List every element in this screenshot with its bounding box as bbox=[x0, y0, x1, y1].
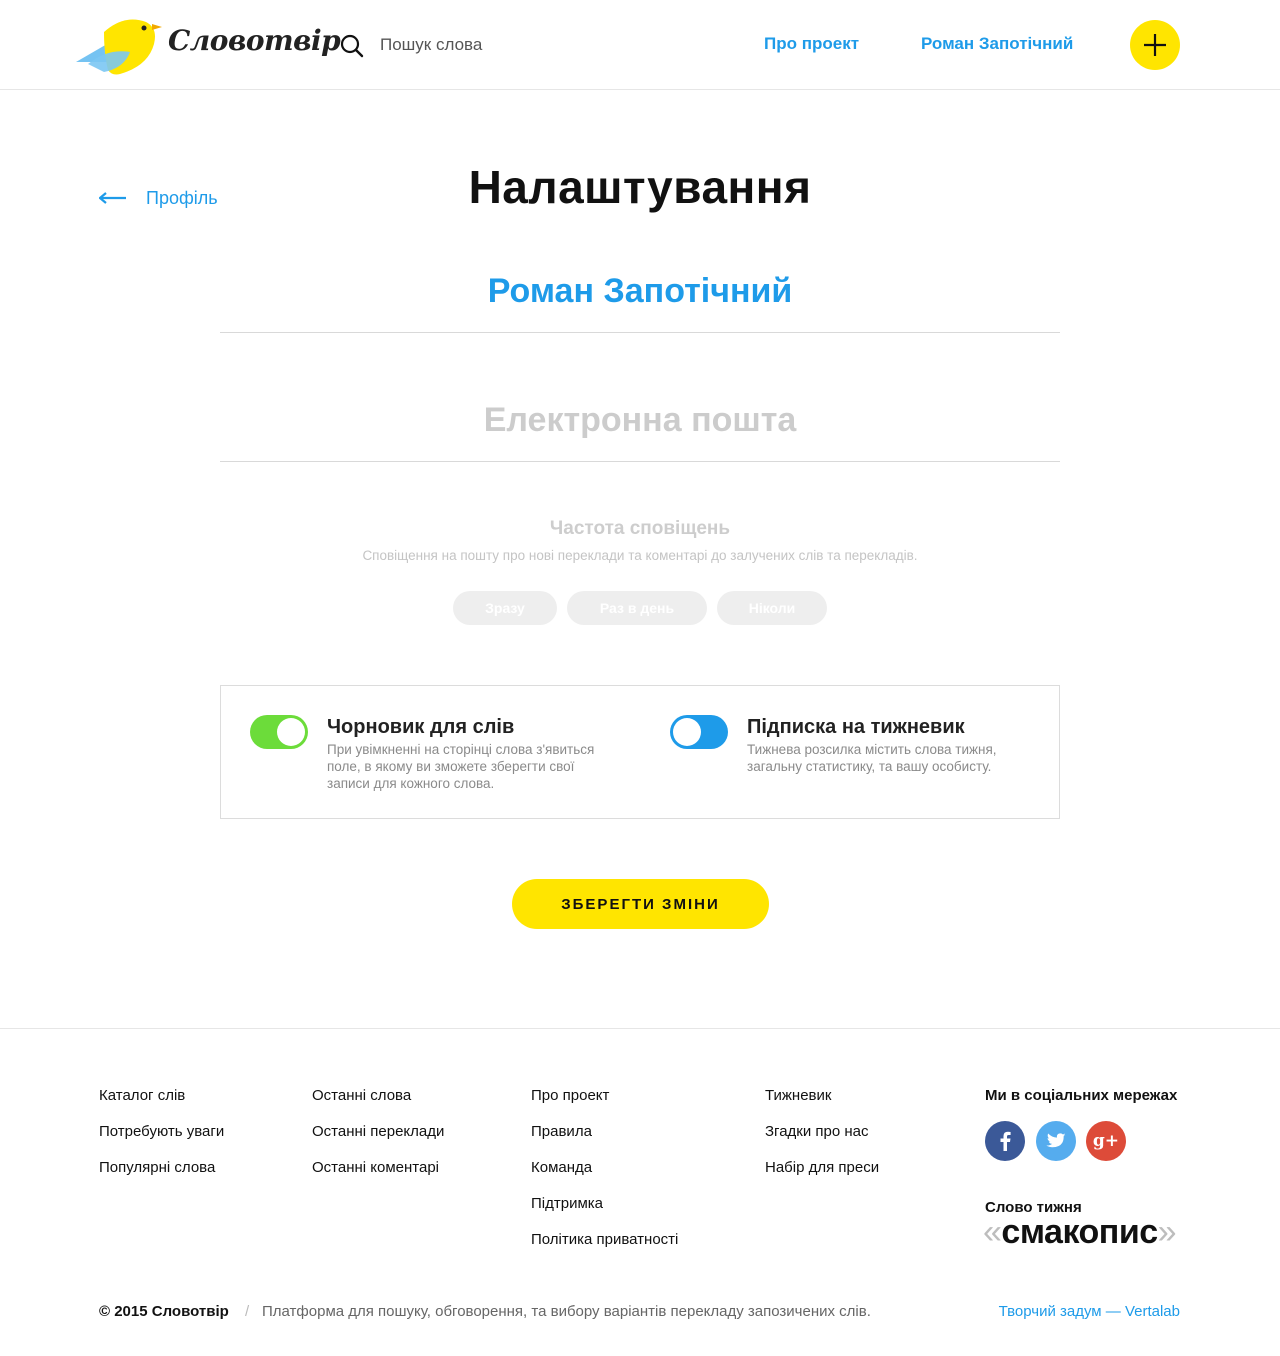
footer-link[interactable]: Тижневик bbox=[765, 1087, 879, 1123]
settings-options-panel: Чорновик для слів При увімкненні на стор… bbox=[220, 685, 1060, 819]
quote-open: « bbox=[983, 1213, 1002, 1251]
footer-column-about: Про проект Правила Команда Підтримка Пол… bbox=[531, 1087, 678, 1267]
footer-link[interactable]: Каталог слів bbox=[99, 1087, 224, 1123]
search-icon[interactable] bbox=[340, 34, 364, 58]
footer-link[interactable]: Правила bbox=[531, 1123, 678, 1159]
footer-link[interactable]: Потребують уваги bbox=[99, 1123, 224, 1159]
twitter-icon[interactable] bbox=[1036, 1121, 1076, 1161]
frequency-option-never[interactable]: Ніколи bbox=[717, 591, 827, 625]
drafts-option-description: При увімкненні на сторінці слова з'явить… bbox=[327, 742, 595, 791]
footer-link[interactable]: Про проект bbox=[531, 1087, 678, 1123]
social-title: Ми в соціальних мережах bbox=[985, 1087, 1178, 1104]
add-word-button[interactable] bbox=[1130, 20, 1180, 70]
logo[interactable]: Словотвір bbox=[74, 14, 341, 78]
footer-link[interactable]: Останні коментарі bbox=[312, 1159, 444, 1195]
footer-link[interactable]: Останні слова bbox=[312, 1087, 444, 1123]
notification-frequency-description: Сповіщення на пошту про нові переклади т… bbox=[362, 548, 918, 563]
site-footer: Каталог слів Потребують уваги Популярні … bbox=[0, 1028, 1280, 1356]
drafts-toggle[interactable] bbox=[250, 715, 308, 749]
copyright: © 2015 Словотвір bbox=[99, 1303, 229, 1320]
footer-link[interactable]: Політика приватності bbox=[531, 1231, 678, 1267]
footer-link[interactable]: Підтримка bbox=[531, 1195, 678, 1231]
toggle-knob bbox=[277, 718, 305, 746]
site-header: Словотвір Про проект Роман Запотічний bbox=[0, 0, 1280, 90]
footer-link[interactable]: Популярні слова bbox=[99, 1159, 224, 1195]
page-title: Налаштування bbox=[468, 161, 812, 213]
google-plus-icon[interactable]: g+ bbox=[1086, 1121, 1126, 1161]
word-of-week: смакопис bbox=[1001, 1213, 1158, 1251]
footer-column-catalog: Каталог слів Потребують уваги Популярні … bbox=[99, 1087, 224, 1195]
footer-link[interactable]: Набір для преси bbox=[765, 1159, 879, 1195]
newsletter-option-description: Тижнева розсилка містить слова тижня, за… bbox=[747, 742, 997, 774]
email-field-wrapper bbox=[220, 392, 1060, 462]
user-name-field: Роман Запотічний bbox=[220, 262, 1060, 333]
toggle-knob bbox=[673, 718, 701, 746]
footer-link[interactable]: Останні переклади bbox=[312, 1123, 444, 1159]
footer-column-recent: Останні слова Останні переклади Останні … bbox=[312, 1087, 444, 1195]
nav-user-profile[interactable]: Роман Запотічний bbox=[921, 34, 1073, 54]
footer-column-press: Тижневик Згадки про нас Набір для преси bbox=[765, 1087, 879, 1195]
facebook-glyph-icon bbox=[1000, 1131, 1011, 1151]
facebook-icon[interactable] bbox=[985, 1121, 1025, 1161]
newsletter-option-title: Підписка на тижневик bbox=[747, 716, 965, 738]
drafts-option-title: Чорновик для слів bbox=[327, 716, 515, 738]
bird-logo-icon bbox=[76, 19, 162, 75]
frequency-option-daily[interactable]: Раз в день bbox=[567, 591, 707, 625]
quote-close: » bbox=[1157, 1213, 1177, 1251]
email-field[interactable] bbox=[220, 392, 1060, 448]
footer-link[interactable]: Згадки про нас bbox=[765, 1123, 879, 1159]
twitter-glyph-icon bbox=[1046, 1133, 1066, 1148]
frequency-option-immediately[interactable]: Зразу bbox=[453, 591, 557, 625]
save-changes-button[interactable]: ЗБЕРЕГТИ ЗМІНИ bbox=[512, 879, 769, 929]
footer-separator: / bbox=[245, 1303, 250, 1320]
google-plus-glyph: g+ bbox=[1092, 1131, 1120, 1151]
nav-about[interactable]: Про проект bbox=[764, 34, 859, 54]
search-input[interactable] bbox=[380, 30, 680, 60]
plus-icon bbox=[1144, 34, 1166, 56]
user-name: Роман Запотічний bbox=[487, 272, 793, 310]
word-of-week-link[interactable]: «смакопис» bbox=[983, 1213, 1177, 1252]
notification-frequency-title: Частота сповіщень bbox=[549, 518, 731, 539]
newsletter-toggle[interactable] bbox=[670, 715, 728, 749]
footer-link[interactable]: Команда bbox=[531, 1159, 678, 1195]
site-tagline: Платформа для пошуку, обговорення, та ви… bbox=[262, 1303, 871, 1320]
credit-link[interactable]: Творчий задум — Vertalab bbox=[999, 1303, 1180, 1320]
logo-text: Словотвір bbox=[168, 24, 341, 57]
